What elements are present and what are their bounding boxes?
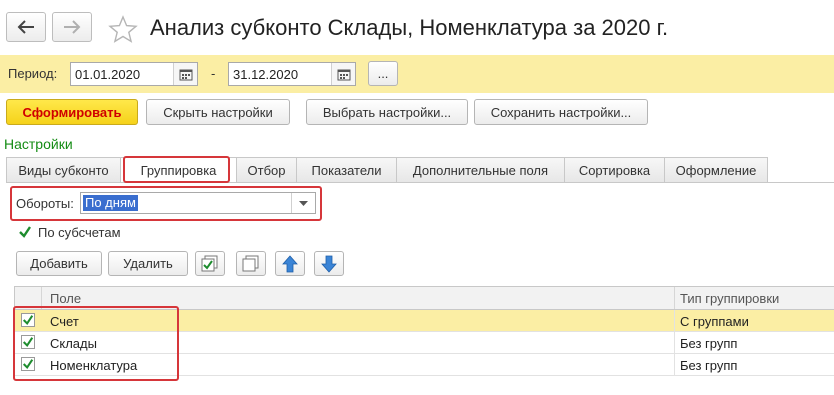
arrow-left-icon (17, 20, 34, 34)
turnover-label: Обороты: (16, 196, 74, 211)
period-dash: - (211, 66, 216, 81)
arrow-right-icon (64, 20, 81, 34)
forward-button[interactable] (52, 12, 92, 42)
choose-settings-button[interactable]: Выбрать настройки... (306, 99, 468, 125)
checkmark-icon (22, 359, 34, 370)
table-header: Поле Тип группировки (14, 286, 834, 310)
calendar-icon[interactable] (173, 63, 197, 85)
tab-indicators[interactable]: Показатели (296, 157, 396, 183)
period-to-value: 31.12.2020 (233, 66, 299, 82)
tab-additional-fields[interactable]: Дополнительные поля (396, 157, 564, 183)
tab-filter[interactable]: Отбор (236, 157, 296, 183)
column-header-field: Поле (50, 291, 82, 306)
save-settings-button[interactable]: Сохранить настройки... (474, 99, 648, 125)
turnover-select[interactable]: По дням (80, 192, 316, 214)
row-field: Склады (50, 336, 97, 351)
back-button[interactable] (6, 12, 46, 42)
table-row[interactable]: Номенклатура Без групп (14, 354, 834, 376)
delete-button[interactable]: Удалить (108, 251, 188, 276)
period-to-field[interactable]: 31.12.2020 (228, 62, 356, 86)
tab-sorting[interactable]: Сортировка (564, 157, 664, 183)
uncheck-all-button[interactable] (236, 251, 266, 276)
row-group-type[interactable]: С группами (680, 314, 749, 329)
uncheck-all-icon (242, 255, 259, 271)
chevron-down-icon[interactable] (291, 193, 315, 213)
checkmark-icon (19, 226, 31, 238)
by-subaccounts-checkbox[interactable] (18, 225, 32, 239)
row-checkbox[interactable] (21, 335, 35, 349)
column-separator (674, 310, 675, 332)
column-header-group-type: Тип группировки (680, 291, 780, 306)
add-button[interactable]: Добавить (16, 251, 102, 276)
hide-settings-button[interactable]: Скрыть настройки (146, 99, 290, 125)
by-subaccounts-label: По субсчетам (38, 225, 121, 240)
check-all-icon (201, 255, 218, 271)
row-field: Номенклатура (50, 358, 138, 373)
table-row[interactable]: Склады Без групп (14, 332, 834, 354)
period-select-button[interactable]: ... (368, 61, 398, 86)
settings-tabs: Виды субконто Группировка Отбор Показате… (6, 157, 768, 183)
move-down-button[interactable] (314, 251, 344, 276)
tab-design[interactable]: Оформление (664, 157, 768, 183)
move-up-button[interactable] (275, 251, 305, 276)
row-checkbox[interactable] (21, 313, 35, 327)
calendar-icon[interactable] (331, 63, 355, 85)
column-separator (674, 287, 675, 309)
tab-panel-border (6, 182, 834, 183)
turnover-value: По дням (83, 195, 138, 211)
row-group-type[interactable]: Без групп (680, 336, 737, 351)
column-separator (674, 354, 675, 376)
row-field: Счет (50, 314, 79, 329)
row-group-type[interactable]: Без групп (680, 358, 737, 373)
row-checkbox[interactable] (21, 357, 35, 371)
tab-grouping[interactable]: Группировка (120, 157, 236, 183)
header-check-column (14, 287, 42, 309)
star-icon[interactable] (108, 15, 138, 43)
table-row[interactable]: Счет С группами (14, 310, 834, 332)
period-label: Период: (8, 66, 58, 81)
arrow-up-icon (282, 254, 298, 272)
column-separator (674, 332, 675, 354)
tab-subconto-types[interactable]: Виды субконто (6, 157, 120, 183)
check-all-button[interactable] (195, 251, 225, 276)
checkmark-icon (22, 337, 34, 348)
settings-title: Настройки (4, 136, 73, 152)
period-from-value: 01.01.2020 (75, 66, 141, 82)
generate-button[interactable]: Сформировать (6, 99, 138, 125)
period-from-field[interactable]: 01.01.2020 (70, 62, 198, 86)
arrow-down-icon (321, 255, 337, 273)
page-title: Анализ субконто Склады, Номенклатура за … (150, 15, 669, 40)
checkmark-icon (22, 315, 34, 326)
